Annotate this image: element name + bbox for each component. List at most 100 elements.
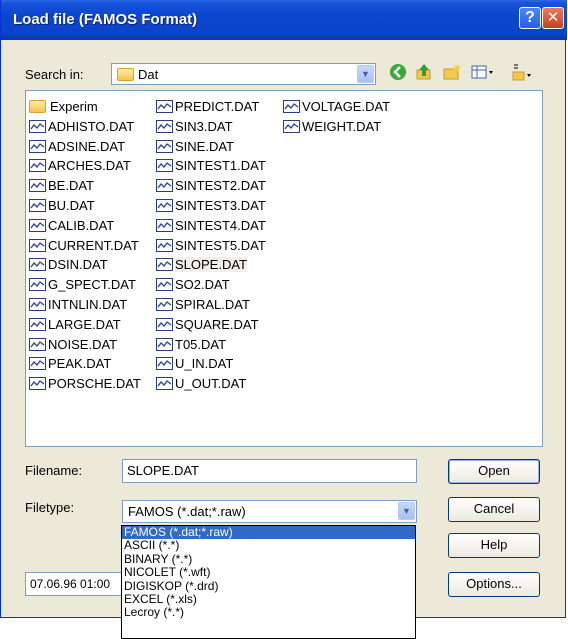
- file-column-2: PREDICT.DAT SIN3.DAT SINE.DAT SINTEST1.DAT S…: [156, 97, 266, 394]
- file-list-item[interactable]: Experim: [29, 97, 141, 117]
- filetype-select[interactable]: FAMOS (*.dat;*.raw) ▼: [122, 500, 417, 523]
- file-name: SINTEST2.DAT: [175, 178, 266, 194]
- file-list-item[interactable]: U_IN.DAT: [156, 354, 266, 374]
- file-list-item[interactable]: T05.DAT: [156, 335, 266, 355]
- data-file-icon: [29, 198, 46, 212]
- file-list-item[interactable]: SINTEST4.DAT: [156, 216, 266, 236]
- filetype-option[interactable]: FAMOS (*.dat;*.raw): [122, 526, 415, 540]
- file-list-item[interactable]: SO2.DAT: [156, 275, 266, 295]
- file-name: SLOPE.DAT: [175, 257, 248, 273]
- chevron-down-icon[interactable]: ▼: [357, 65, 374, 83]
- back-icon[interactable]: [387, 63, 409, 85]
- filetype-dropdown-list[interactable]: FAMOS (*.dat;*.raw) ASCII (*.*) BINARY (*.…: [121, 525, 416, 639]
- data-file-icon: [29, 119, 46, 133]
- data-file-icon: [156, 377, 173, 391]
- file-list-item[interactable]: SPIRAL.DAT: [156, 295, 266, 315]
- file-list-item[interactable]: PORSCHE.DAT: [29, 374, 141, 394]
- file-name: SINTEST5.DAT: [175, 237, 266, 253]
- file-name: SIN3.DAT: [175, 118, 233, 134]
- up-folder-icon[interactable]: [413, 63, 435, 85]
- file-name: PEAK.DAT: [48, 356, 112, 372]
- filetype-label: Filetype:: [25, 500, 75, 515]
- file-list-item[interactable]: CALIB.DAT: [29, 216, 141, 236]
- view-menu-icon[interactable]: [469, 63, 497, 85]
- folder-icon: [29, 100, 46, 113]
- file-name: INTNLIN.DAT: [48, 296, 128, 312]
- file-name: SINTEST3.DAT: [175, 197, 266, 213]
- file-list-item[interactable]: ADSINE.DAT: [29, 137, 141, 157]
- filetype-option[interactable]: DIGISKOP (*.drd): [122, 579, 415, 593]
- file-name: SINTEST4.DAT: [175, 217, 266, 233]
- file-list-item[interactable]: BE.DAT: [29, 176, 141, 196]
- file-list-item[interactable]: SINTEST2.DAT: [156, 176, 266, 196]
- help-title-button[interactable]: ?: [519, 7, 541, 29]
- file-list-item[interactable]: VOLTAGE.DAT: [283, 97, 390, 117]
- file-name: PORSCHE.DAT: [48, 376, 141, 392]
- title-bar[interactable]: Load file (FAMOS Format) ? ✕: [1, 0, 567, 40]
- file-list[interactable]: Experim ADHISTO.DAT ADSINE.DAT ARCHES.DAT BE…: [25, 90, 543, 447]
- folder-icon: [117, 68, 134, 81]
- data-file-icon: [29, 238, 46, 252]
- open-button[interactable]: Open: [448, 459, 540, 484]
- data-file-icon: [156, 258, 173, 272]
- filename-input[interactable]: SLOPE.DAT: [122, 459, 417, 483]
- data-file-icon: [283, 119, 300, 133]
- file-name: CURRENT.DAT: [48, 237, 139, 253]
- file-list-item[interactable]: SINE.DAT: [156, 137, 266, 157]
- file-list-item[interactable]: SIN3.DAT: [156, 117, 266, 137]
- close-button[interactable]: ✕: [542, 7, 564, 29]
- file-list-item[interactable]: WEIGHT.DAT: [283, 117, 390, 137]
- filetype-option[interactable]: ASCII (*.*): [122, 538, 415, 552]
- file-list-item[interactable]: ADHISTO.DAT: [29, 117, 141, 137]
- filetype-option[interactable]: Lecroy (*.*): [122, 605, 415, 619]
- file-list-item[interactable]: SINTEST1.DAT: [156, 156, 266, 176]
- file-list-item[interactable]: SQUARE.DAT: [156, 315, 266, 335]
- file-list-item[interactable]: SLOPE.DAT: [156, 255, 266, 275]
- data-file-icon: [156, 100, 173, 113]
- file-name: BU.DAT: [48, 197, 95, 213]
- data-file-icon: [156, 179, 173, 193]
- data-file-icon: [156, 218, 173, 232]
- filetype-option[interactable]: NICOLET (*.wft): [122, 565, 415, 579]
- file-name: Experim: [50, 99, 98, 114]
- help-button[interactable]: Help: [448, 533, 540, 558]
- filetype-option[interactable]: EXCEL (*.xls): [122, 592, 415, 606]
- file-list-item[interactable]: PREDICT.DAT: [156, 97, 266, 117]
- file-name: CALIB.DAT: [48, 217, 115, 233]
- data-file-icon: [156, 357, 173, 371]
- filetype-value: FAMOS (*.dat;*.raw): [128, 504, 246, 519]
- search-in-value: Dat: [138, 67, 159, 82]
- cancel-button[interactable]: Cancel: [448, 497, 540, 522]
- file-name: VOLTAGE.DAT: [302, 99, 391, 114]
- file-column-3: VOLTAGE.DAT WEIGHT.DAT: [283, 97, 390, 137]
- new-folder-icon[interactable]: [441, 63, 463, 85]
- file-list-item[interactable]: PEAK.DAT: [29, 354, 141, 374]
- file-list-item[interactable]: U_OUT.DAT: [156, 374, 266, 394]
- data-file-icon: [29, 139, 46, 153]
- file-list-item[interactable]: DSIN.DAT: [29, 255, 141, 275]
- file-name: ADSINE.DAT: [48, 138, 126, 154]
- file-list-item[interactable]: SINTEST5.DAT: [156, 236, 266, 256]
- file-list-item[interactable]: SINTEST3.DAT: [156, 196, 266, 216]
- file-name: U_IN.DAT: [175, 356, 234, 372]
- chevron-down-icon[interactable]: ▼: [398, 502, 415, 520]
- file-list-item[interactable]: ARCHES.DAT: [29, 156, 141, 176]
- file-list-item[interactable]: NOISE.DAT: [29, 335, 141, 355]
- file-name: LARGE.DAT: [48, 316, 121, 332]
- search-in-combo[interactable]: Dat ▼: [111, 63, 376, 85]
- options-button[interactable]: Options...: [448, 572, 540, 597]
- file-list-item[interactable]: BU.DAT: [29, 196, 141, 216]
- data-file-icon: [283, 100, 300, 113]
- data-file-icon: [29, 218, 46, 232]
- file-list-item[interactable]: G_SPECT.DAT: [29, 275, 141, 295]
- file-name: PREDICT.DAT: [175, 99, 260, 114]
- data-file-icon: [29, 337, 46, 351]
- file-list-item[interactable]: LARGE.DAT: [29, 315, 141, 335]
- file-list-item[interactable]: INTNLIN.DAT: [29, 295, 141, 315]
- window-title: Load file (FAMOS Format): [13, 11, 198, 28]
- filetype-option[interactable]: BINARY (*.*): [122, 552, 415, 566]
- data-file-icon: [156, 238, 173, 252]
- data-file-icon: [156, 317, 173, 331]
- tools-icon[interactable]: [509, 63, 537, 85]
- file-list-item[interactable]: CURRENT.DAT: [29, 236, 141, 256]
